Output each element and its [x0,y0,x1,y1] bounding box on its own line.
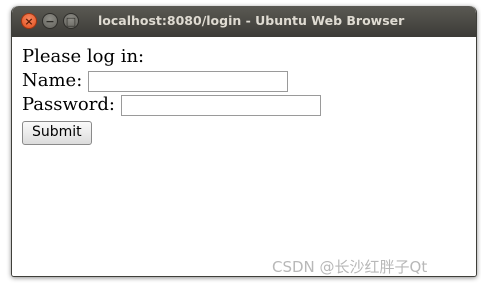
form-heading-row: Please log in: [22,45,321,69]
password-input[interactable] [120,94,321,116]
name-row: Name: [22,69,321,93]
window-title: localhost:8080/login - Ubuntu Web Browse… [98,13,405,28]
minimize-icon[interactable]: − [42,13,58,29]
maximize-icon[interactable]: □ [63,13,79,29]
password-label: Password: [22,94,115,115]
password-row: Password: [22,93,321,117]
title-bar[interactable]: × − □ localhost:8080/login - Ubuntu Web … [12,6,476,37]
name-label: Name: [22,70,83,91]
page-content: Please log in: Name: Password: Submit [12,37,476,276]
form-heading: Please log in: [22,46,145,67]
watermark: CSDN @长沙红胖子Qt [272,258,428,276]
browser-window: × − □ localhost:8080/login - Ubuntu Web … [11,6,477,277]
submit-row: Submit [22,119,321,145]
submit-button[interactable]: Submit [22,120,92,145]
name-input[interactable] [88,70,289,92]
close-icon[interactable]: × [21,13,37,29]
login-form: Please log in: Name: Password: Submit [22,45,321,145]
